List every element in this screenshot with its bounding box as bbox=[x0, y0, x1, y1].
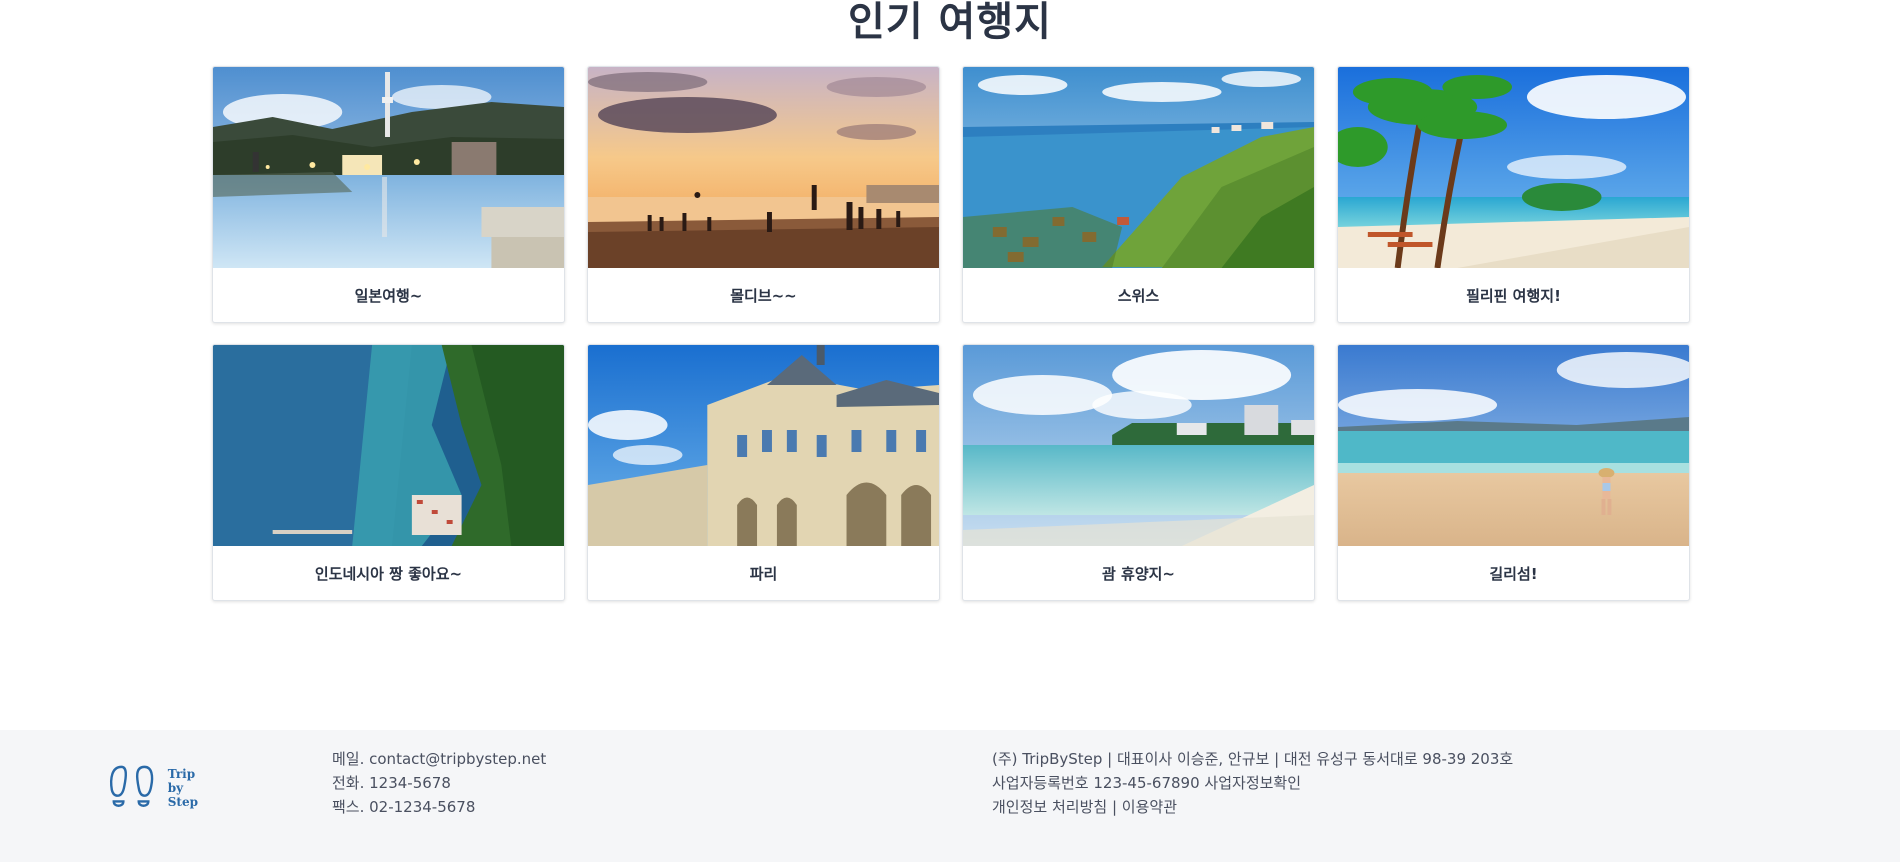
destination-image bbox=[213, 67, 564, 268]
page-title: 인기 여행지 bbox=[848, 0, 1052, 45]
footer-phone: 전화. 1234-5678 bbox=[332, 774, 451, 792]
footer-email: 메일. contact@tripbystep.net bbox=[332, 750, 547, 768]
footer-fax: 팩스. 02-1234-5678 bbox=[332, 798, 476, 816]
destination-image bbox=[1338, 67, 1689, 268]
destination-name: 파리 bbox=[749, 565, 778, 583]
company-info: (주) TripByStep | 대표이사 이승준, 안규보 | 대전 유성구 … bbox=[992, 750, 1514, 768]
logo-wordmark: Trip by Step bbox=[167, 767, 198, 809]
destination-card-paris[interactable]: 파리 bbox=[587, 344, 940, 601]
destination-card-philippines[interactable]: 필리핀 여행지! bbox=[1337, 66, 1690, 323]
destination-name: 스위스 bbox=[1117, 287, 1160, 305]
terms-link[interactable]: 이용약관 bbox=[1122, 798, 1177, 816]
destination-image bbox=[963, 67, 1314, 268]
destination-image bbox=[1338, 345, 1689, 546]
privacy-policy-link[interactable]: 개인정보 처리방침 bbox=[992, 798, 1107, 816]
destination-name: 몰디브~~ bbox=[730, 287, 797, 305]
destination-card-switzerland[interactable]: 스위스 bbox=[962, 66, 1315, 323]
destination-card-japan[interactable]: 일본여행~ bbox=[212, 66, 565, 323]
destination-card-indonesia[interactable]: 인도네시아 짱 좋아요~ bbox=[212, 344, 565, 601]
destination-grid: 일본여행~ 몰디브~~ 스위스 필리핀 여행지! 인도네시아 짱 좋아요~ 파리… bbox=[212, 66, 1691, 601]
footer: Trip by Step 메일. contact@tripbystep.net … bbox=[0, 730, 1900, 862]
destination-image bbox=[963, 345, 1314, 546]
destination-name: 필리핀 여행지! bbox=[1466, 287, 1561, 305]
destination-card-gili[interactable]: 길리섬! bbox=[1337, 344, 1690, 601]
destination-name: 일본여행~ bbox=[354, 287, 423, 305]
destination-card-maldives[interactable]: 몰디브~~ bbox=[587, 66, 940, 323]
brand-logo[interactable]: Trip by Step bbox=[108, 758, 198, 818]
footsteps-icon bbox=[109, 765, 154, 807]
destination-name: 길리섬! bbox=[1489, 565, 1538, 583]
destination-image bbox=[213, 345, 564, 546]
footer-company: (주) TripByStep | 대표이사 이승준, 안규보 | 대전 유성구 … bbox=[992, 747, 1513, 819]
destination-name: 괌 휴양지~ bbox=[1102, 565, 1175, 583]
destination-card-guam[interactable]: 괌 휴양지~ bbox=[962, 344, 1315, 601]
footer-contact: 메일. contact@tripbystep.net 전화. 1234-5678… bbox=[332, 747, 546, 819]
link-separator: | bbox=[1111, 798, 1118, 816]
destination-image bbox=[588, 67, 939, 268]
policy-links: 개인정보 처리방침 | 이용약관 bbox=[992, 795, 1513, 819]
business-check-link[interactable]: 사업자정보확인 bbox=[1204, 774, 1301, 792]
business-number: 사업자등록번호 123-45-67890 bbox=[992, 774, 1200, 792]
destination-image bbox=[588, 345, 939, 546]
destination-name: 인도네시아 짱 좋아요~ bbox=[314, 565, 463, 583]
business-number-line: 사업자등록번호 123-45-67890 사업자정보확인 bbox=[992, 771, 1513, 795]
